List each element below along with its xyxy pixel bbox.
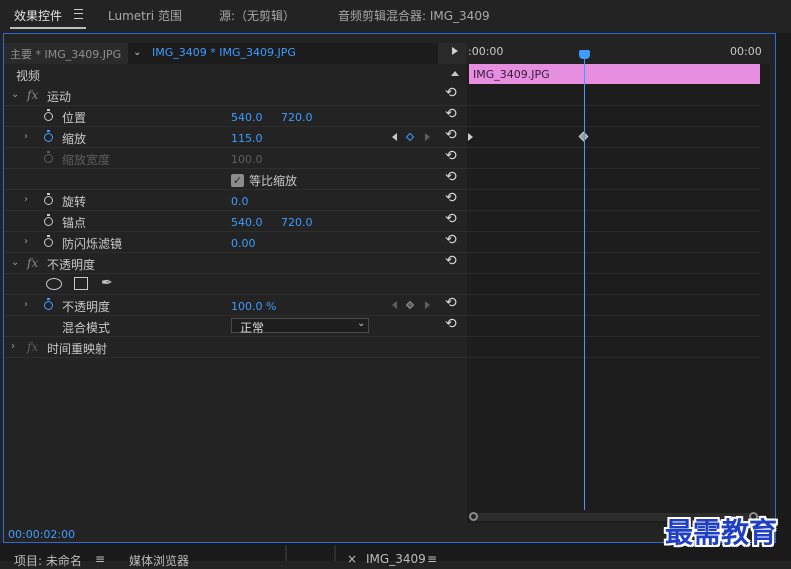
tab-effect-controls[interactable]: 效果控件 xyxy=(14,7,62,24)
panel-divider xyxy=(334,545,336,561)
current-timecode[interactable]: 00:00:02:00 xyxy=(8,528,75,541)
active-tab-indicator xyxy=(10,27,86,29)
tab-source[interactable]: 源:（无剪辑） xyxy=(219,7,295,24)
side-panel-strip xyxy=(776,33,791,543)
active-panel-frame xyxy=(3,33,776,543)
tab-sequence-menu-icon[interactable]: ≡ xyxy=(427,552,437,566)
tab-project-menu-icon[interactable]: ≡ xyxy=(95,552,105,566)
close-icon[interactable]: × xyxy=(347,552,357,566)
tab-audio-clip-mixer[interactable]: 音频剪辑混合器: IMG_3409 xyxy=(338,7,490,24)
panel-divider xyxy=(285,545,287,561)
watermark-logo: 最需教育 xyxy=(665,516,778,549)
tab-sequence[interactable]: IMG_3409 xyxy=(366,552,426,566)
panel-menu-icon[interactable] xyxy=(74,9,83,19)
tab-lumetri-scopes[interactable]: Lumetri 范围 xyxy=(108,7,182,24)
